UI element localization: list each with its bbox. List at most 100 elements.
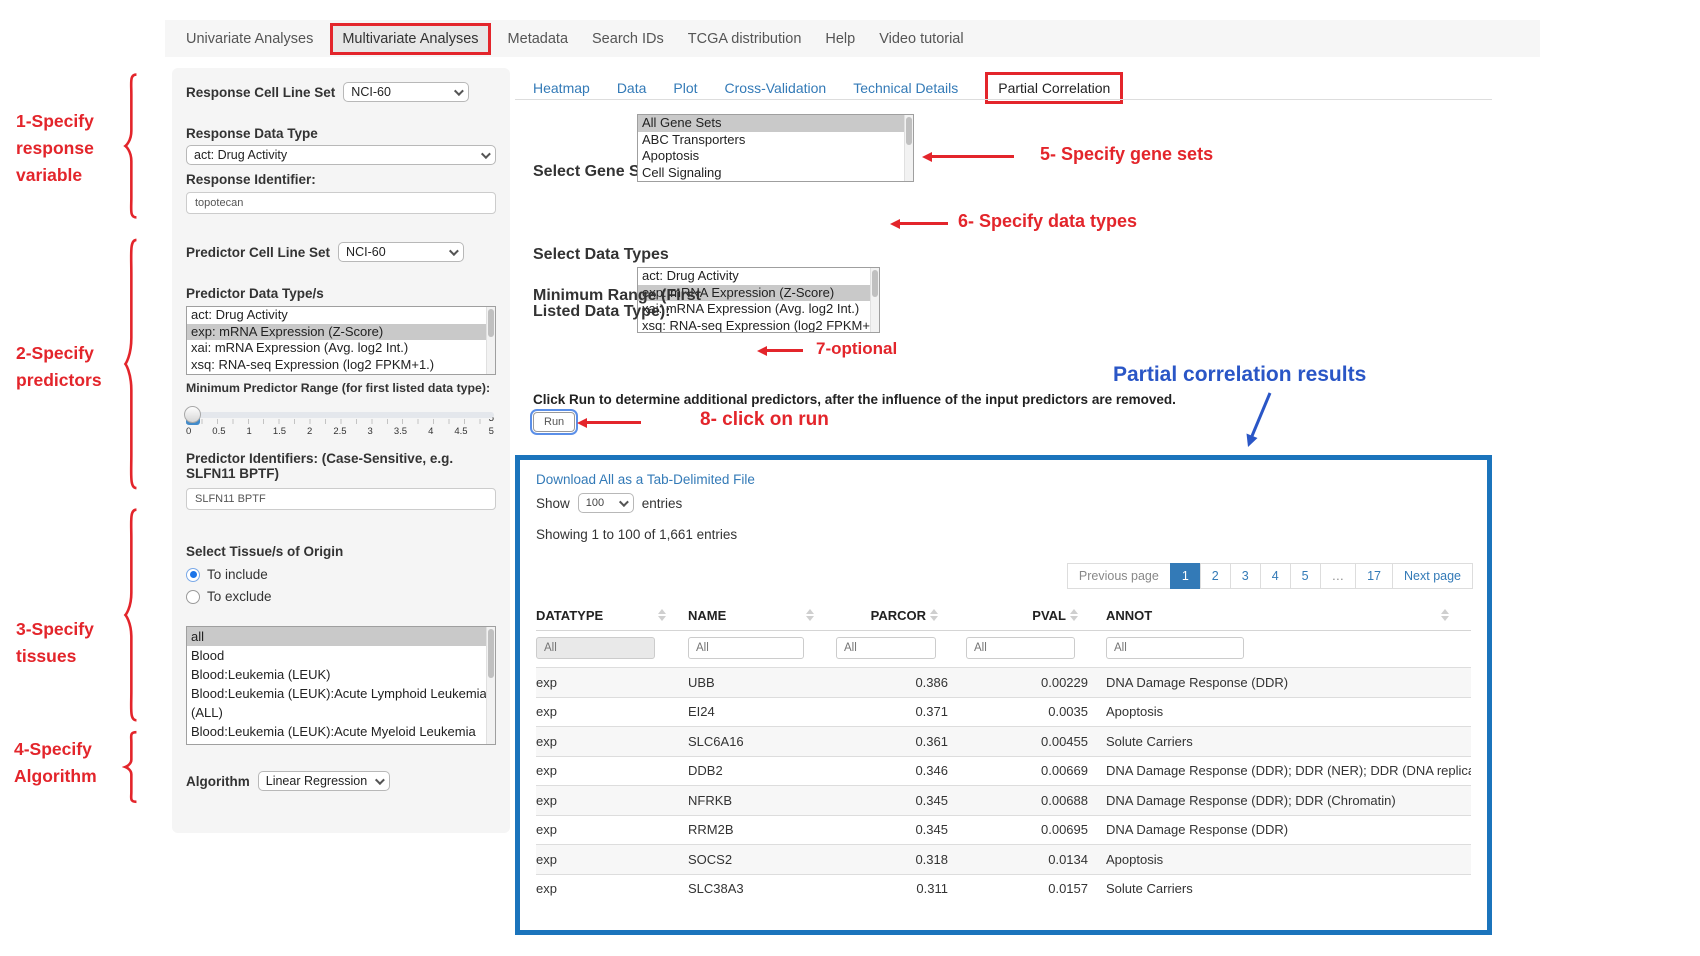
tab-cross-validation[interactable]: Cross-Validation — [725, 80, 827, 96]
filter-input-parcor[interactable] — [836, 637, 936, 659]
tab-data[interactable]: Data — [617, 80, 647, 96]
nav-item-help[interactable]: Help — [818, 25, 862, 53]
list-option[interactable]: exp: mRNA Expression (Z-Score) — [187, 324, 495, 341]
tissue-origin-list[interactable]: allBloodBlood:Leukemia (LEUK)Blood:Leuke… — [186, 626, 496, 745]
scrollbar[interactable] — [486, 627, 495, 744]
scrollbar[interactable] — [486, 307, 495, 374]
response-data-type-select[interactable]: act: Drug Activity — [186, 145, 496, 165]
predictor-cell-line-set-value: NCI-60 — [346, 245, 386, 259]
scrollbar-thumb[interactable] — [872, 270, 878, 297]
nav-item-metadata[interactable]: Metadata — [501, 25, 575, 53]
showing-status: Showing 1 to 100 of 1,661 entries — [536, 527, 1471, 542]
tissue-exclude-radio[interactable]: To exclude — [186, 589, 496, 604]
sort-icon[interactable] — [658, 609, 666, 621]
tab-plot[interactable]: Plot — [673, 80, 697, 96]
nav-item-search-ids[interactable]: Search IDs — [585, 25, 671, 53]
list-option[interactable]: xai: mRNA Expression (Avg. log2 Int.) — [187, 340, 495, 357]
tick-label: 0.5 — [212, 426, 225, 437]
table-row: expUBB0.3860.00229DNA Damage Response (D… — [536, 667, 1471, 697]
table-body: expUBB0.3860.00229DNA Damage Response (D… — [536, 667, 1471, 903]
response-data-type-label: Response Data Type — [186, 126, 496, 141]
tab-heatmap[interactable]: Heatmap — [533, 80, 590, 96]
table-cell: 0.00669 — [966, 763, 1106, 778]
predictor-cell-line-set-select[interactable]: NCI-60 — [338, 242, 464, 262]
list-option[interactable]: all — [187, 627, 495, 646]
slider-handle[interactable] — [184, 406, 201, 423]
tick-label: 5 — [489, 426, 494, 437]
list-option[interactable]: All Gene Sets — [638, 115, 913, 132]
filter-input-pval[interactable] — [966, 637, 1075, 659]
pagination-page-1[interactable]: 1 — [1170, 563, 1201, 589]
pagination: Previous page12345…17Next page — [1068, 563, 1473, 589]
chevron-down-icon — [375, 775, 385, 785]
predictor-identifiers-label: Predictor Identifiers: (Case-Sensitive, … — [186, 451, 486, 481]
table-cell: EI24 — [688, 704, 836, 719]
scrollbar[interactable] — [904, 115, 913, 181]
response-data-type-value: act: Drug Activity — [194, 148, 287, 162]
table-cell: Apoptosis — [1106, 704, 1471, 719]
sort-icon[interactable] — [806, 609, 814, 621]
entries-count-select[interactable]: 100 — [578, 493, 634, 513]
run-button[interactable]: Run — [533, 412, 575, 432]
tab-technical-details[interactable]: Technical Details — [853, 80, 958, 96]
annotation-step8: 8- click on run — [700, 409, 829, 431]
slider-ticks — [186, 419, 494, 424]
pagination-next[interactable]: Next page — [1392, 563, 1473, 589]
table-cell: 0.00229 — [966, 675, 1106, 690]
table-cell: 0.00695 — [966, 822, 1106, 837]
list-option[interactable]: Blood:Leukemia (LEUK) — [187, 665, 495, 684]
list-option[interactable]: act: Drug Activity — [187, 307, 495, 324]
list-option[interactable]: xsq: RNA-seq Expression (log2 FPKM+1.) — [187, 357, 495, 374]
algorithm-select[interactable]: Linear Regression — [258, 771, 390, 791]
nav-item-multivariate-analyses[interactable]: Multivariate Analyses — [330, 23, 490, 55]
slider-track[interactable] — [186, 412, 494, 418]
pagination-page-2[interactable]: 2 — [1200, 563, 1231, 589]
list-option[interactable]: Apoptosis — [638, 148, 913, 165]
predictor-identifiers-input[interactable] — [186, 488, 496, 510]
list-option[interactable]: Cell Signaling — [638, 165, 913, 182]
filter-input-datatype[interactable] — [536, 637, 655, 659]
response-identifier-input[interactable] — [186, 192, 496, 214]
sort-icon[interactable] — [930, 609, 938, 621]
partial-correlation-results-panel: Download All as a Tab-Delimited File Sho… — [515, 455, 1492, 935]
control-sidebar: Response Cell Line Set NCI-60 Response D… — [172, 68, 510, 833]
list-option[interactable]: act: Drug Activity — [638, 268, 879, 285]
nav-item-univariate-analyses[interactable]: Univariate Analyses — [179, 25, 320, 53]
scrollbar-thumb[interactable] — [906, 117, 912, 145]
list-option[interactable]: Blood — [187, 646, 495, 665]
table-cell: SOCS2 — [688, 852, 836, 867]
download-link[interactable]: Download All as a Tab-Delimited File — [536, 472, 1471, 487]
response-identifier-label: Response Identifier: — [186, 172, 496, 187]
radio-unselected-icon — [186, 590, 200, 604]
pagination-page-5[interactable]: 5 — [1290, 563, 1321, 589]
pagination-ellipsis[interactable]: … — [1320, 563, 1357, 589]
sort-icon[interactable] — [1070, 609, 1078, 621]
pagination-previous[interactable]: Previous page — [1067, 563, 1171, 589]
response-cell-line-set-select[interactable]: NCI-60 — [343, 82, 469, 102]
pagination-page-4[interactable]: 4 — [1260, 563, 1291, 589]
list-option[interactable]: Blood:Leukemia (LEUK):Acute Lymphoid Leu… — [187, 684, 495, 722]
scrollbar-thumb[interactable] — [488, 629, 494, 678]
scrollbar[interactable] — [870, 268, 879, 332]
scrollbar-thumb[interactable] — [488, 309, 494, 337]
list-option[interactable]: ABC Transporters — [638, 132, 913, 149]
filter-input-annot[interactable] — [1106, 637, 1244, 659]
nav-item-tcga-distribution[interactable]: TCGA distribution — [681, 25, 809, 53]
run-instruction: Click Run to determine additional predic… — [533, 392, 1176, 407]
sort-icon[interactable] — [1441, 609, 1449, 621]
pagination-page-17[interactable]: 17 — [1355, 563, 1393, 589]
tick-label: 3 — [368, 426, 373, 437]
column-header-parcor: PARCOR — [871, 608, 926, 623]
min-predictor-range-slider[interactable]: 0 5 00.511.522.533.544.55 — [186, 412, 494, 437]
list-option[interactable]: Blood:Leukemia (LEUK):Acute Myeloid Leuk… — [187, 722, 495, 745]
nav-item-video-tutorial[interactable]: Video tutorial — [872, 25, 970, 53]
table-cell: 0.0157 — [966, 881, 1106, 896]
filter-input-name[interactable] — [688, 637, 804, 659]
table-cell: exp — [536, 675, 688, 690]
annotation-step5: 5- Specify gene sets — [1040, 144, 1213, 165]
tissue-include-radio[interactable]: To include — [186, 567, 496, 582]
pagination-page-3[interactable]: 3 — [1230, 563, 1261, 589]
brace-step4-icon — [122, 730, 139, 804]
predictor-data-types-list[interactable]: act: Drug Activityexp: mRNA Expression (… — [186, 306, 496, 375]
gene-sets-list[interactable]: All Gene SetsABC TransportersApoptosisCe… — [637, 114, 914, 182]
